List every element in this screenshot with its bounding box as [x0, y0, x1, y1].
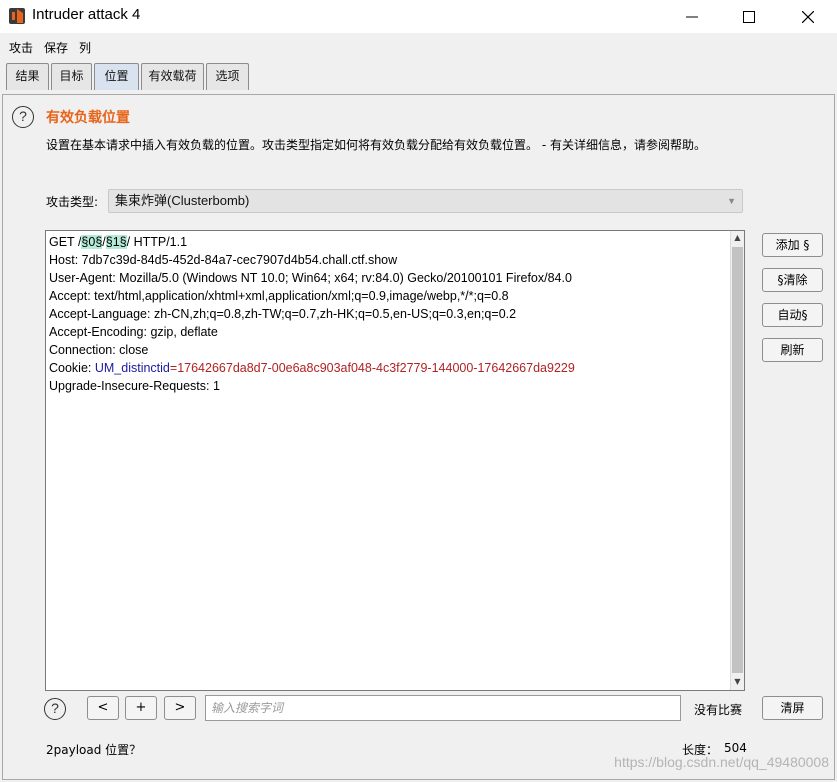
attack-type-select[interactable]: 集束炸弹(Clusterbomb) ▼	[108, 189, 743, 213]
attack-type-value: 集束炸弹(Clusterbomb)	[115, 193, 250, 208]
header-host: Host: 7db7c39d-84d5-452d-84a7-cec7907d4b…	[49, 253, 398, 267]
menu-save[interactable]: 保存	[44, 39, 68, 56]
tab-positions[interactable]: 位置	[94, 63, 139, 90]
add-marker-button[interactable]: 添加 §	[762, 233, 823, 257]
burp-app-icon	[9, 8, 25, 24]
header-user-agent: User-Agent: Mozilla/5.0 (Windows NT 10.0…	[49, 271, 572, 285]
section-help-icon[interactable]: ?	[12, 106, 34, 128]
clear-search-button[interactable]: 清屏	[762, 696, 823, 720]
maximize-button[interactable]	[726, 0, 772, 33]
payload-marker: §0§	[81, 235, 103, 249]
header-accept: Accept: text/html,application/xhtml+xml,…	[49, 289, 509, 303]
menu-bar: 攻击 保存 列	[0, 33, 837, 61]
scrollbar-thumb[interactable]	[732, 247, 743, 673]
scroll-up-icon[interactable]: ▲	[731, 231, 744, 245]
payload-positions-count: 2payload 位置？	[46, 743, 142, 757]
menu-columns[interactable]: 列	[79, 39, 91, 56]
section-title: 有效负载位置	[46, 110, 130, 126]
length-value: 504	[724, 741, 747, 755]
request-editor[interactable]: GET /§0§/§1§/ HTTP/1.1 Host: 7db7c39d-84d…	[45, 230, 745, 691]
cookie-name: UM_distinctid	[94, 361, 170, 375]
header-upgrade: Upgrade-Insecure-Requests: 1	[49, 379, 220, 393]
attack-type-label: 攻击类型:	[46, 195, 99, 209]
header-accept-encoding: Accept-Encoding: gzip, deflate	[49, 325, 218, 339]
tab-target[interactable]: 目标	[51, 63, 92, 90]
header-cookie: Cookie: UM_distinctid=17642667da8d7-00e6…	[49, 361, 575, 375]
chevron-down-icon: ▼	[727, 196, 736, 206]
match-status: 没有比赛	[694, 703, 743, 717]
window-title: Intruder attack 4	[32, 6, 141, 23]
tab-results[interactable]: 结果	[6, 63, 49, 90]
payload-marker: §1§	[105, 235, 127, 249]
search-input[interactable]	[205, 695, 681, 721]
close-button[interactable]	[785, 0, 831, 33]
request-line: GET /§0§/§1§/ HTTP/1.1	[49, 235, 188, 249]
search-prev-button[interactable]: <	[87, 696, 119, 720]
cookie-value: 17642667da8d7-00e6a8c903af048-4c3f2779-1…	[177, 361, 575, 375]
title-bar: Intruder attack 4	[0, 0, 837, 33]
watermark: https://blog.csdn.net/qq_49480008	[614, 754, 829, 770]
minimize-icon	[686, 16, 698, 17]
editor-scrollbar[interactable]: ▲ ▼	[730, 231, 744, 690]
close-icon	[802, 10, 814, 23]
header-accept-language: Accept-Language: zh-CN,zh;q=0.8,zh-TW;q=…	[49, 307, 517, 321]
menu-attack[interactable]: 攻击	[9, 39, 33, 56]
maximize-icon	[743, 10, 755, 23]
section-description: 设置在基本请求中插入有效负载的位置。攻击类型指定如何将有效负载分配给有效负载位置…	[46, 138, 706, 152]
scroll-down-icon[interactable]: ▼	[731, 675, 744, 689]
search-add-button[interactable]: +	[125, 696, 157, 720]
search-next-button[interactable]: >	[164, 696, 196, 720]
header-connection: Connection: close	[49, 343, 149, 357]
request-text[interactable]: GET /§0§/§1§/ HTTP/1.1 Host: 7db7c39d-84d…	[49, 233, 729, 395]
minimize-button[interactable]	[669, 0, 715, 33]
auto-markers-button[interactable]: 自动§	[762, 303, 823, 327]
tab-payloads[interactable]: 有效载荷	[141, 63, 204, 90]
search-help-icon[interactable]: ?	[44, 698, 66, 720]
clear-markers-button[interactable]: §清除	[762, 268, 823, 292]
refresh-button[interactable]: 刷新	[762, 338, 823, 362]
tab-options[interactable]: 选项	[206, 63, 249, 90]
